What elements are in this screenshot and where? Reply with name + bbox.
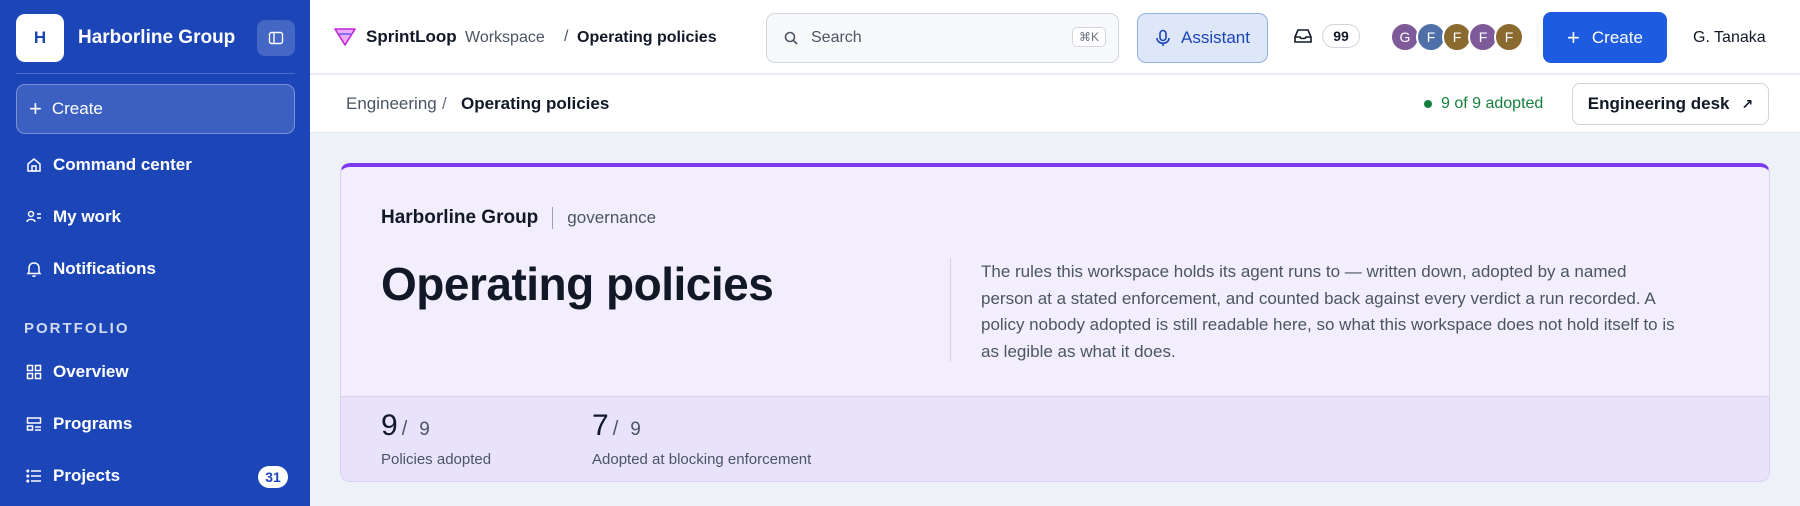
breadcrumb-current: Operating policies — [461, 94, 610, 113]
sidebar-create-button[interactable]: + Create — [16, 84, 295, 134]
brand-logo: H — [16, 14, 64, 62]
adopted-status-text: 9 of 9 adopted — [1441, 95, 1544, 112]
sidebar-create-label: Create — [51, 99, 103, 118]
stat-slash: / — [401, 418, 408, 440]
search-shortcut: ⌘K — [1071, 27, 1106, 47]
layout-icon — [24, 414, 44, 434]
policies-hero-card: Harborline Group governance Operating po… — [340, 163, 1770, 482]
brand-name: Harborline Group — [78, 27, 236, 48]
search-placeholder: Search — [811, 29, 862, 46]
plus-icon: + — [29, 96, 42, 121]
microphone-icon — [1156, 29, 1170, 46]
engineering-desk-button[interactable]: Engineering desk ↗ — [1572, 83, 1769, 125]
sidebar-item-overview[interactable]: Overview — [24, 362, 129, 382]
search-input[interactable]: Search ⌘K — [766, 13, 1119, 63]
create-label: Create — [1591, 27, 1643, 47]
sidebar-item-projects[interactable]: Projects — [24, 466, 120, 486]
org-divider — [552, 207, 554, 229]
sprintloop-logo-icon[interactable] — [332, 26, 358, 53]
assistant-button[interactable]: Assistant — [1137, 13, 1268, 63]
arrow-up-right-icon: ↗ — [1741, 95, 1754, 112]
list-icon — [24, 466, 44, 486]
stat-total: 9 — [630, 419, 641, 440]
sidebar-item-label: Projects — [53, 466, 121, 485]
avatar-stack[interactable]: G F F F F — [1390, 22, 1524, 52]
org-tag: governance — [567, 208, 657, 227]
app-name[interactable]: SprintLoop — [366, 27, 457, 47]
search-icon — [784, 31, 798, 45]
section-label-portfolio: PORTFOLIO — [24, 320, 130, 337]
inbox-count-badge: 99 — [1322, 24, 1360, 48]
sidebar-item-command-center[interactable]: Command center — [24, 155, 192, 175]
breadcrumb-engineering[interactable]: Engineering — [346, 94, 437, 114]
avatar[interactable]: F — [1494, 22, 1524, 52]
page-description: The rules this workspace holds its agent… — [981, 262, 1675, 361]
sidebar-item-label: Programs — [53, 414, 133, 433]
sidebar-divider — [16, 73, 295, 74]
user-list-icon — [24, 207, 44, 227]
stat-blocking-enforcement: 7 / 9 Adopted at blocking enforcement — [592, 409, 811, 468]
sidebar-item-label: Command center — [53, 155, 192, 174]
engineering-desk-label: Engineering desk — [1587, 94, 1730, 113]
stat-label: Adopted at blocking enforcement — [592, 451, 812, 468]
projects-count-badge: 31 — [258, 466, 288, 488]
create-button[interactable]: + Create — [1543, 12, 1667, 63]
stat-policies-adopted: 9 / 9 Policies adopted — [381, 409, 491, 468]
stat-total: 9 — [419, 419, 430, 440]
sidebar-item-notifications[interactable]: Notifications — [24, 259, 156, 279]
bell-icon — [24, 259, 44, 279]
sidebar-item-label: Notifications — [53, 259, 156, 278]
plus-icon: + — [1567, 24, 1580, 50]
breadcrumb-separator: / — [564, 28, 569, 45]
sidebar: H Harborline Group + Create Command cent… — [0, 0, 310, 506]
stat-value: 7 — [592, 409, 609, 442]
app-subtitle: Workspace — [465, 29, 545, 46]
inbox-icon — [1294, 29, 1312, 43]
sidebar-item-programs[interactable]: Programs — [24, 414, 132, 434]
page-breadcrumb: Operating policies — [577, 29, 717, 46]
grid-icon — [24, 362, 44, 382]
card-org: Harborline Group governance — [381, 207, 656, 229]
assistant-label: Assistant — [1181, 28, 1250, 47]
inbox-button[interactable]: 99 — [1293, 24, 1360, 48]
stat-label: Policies adopted — [381, 451, 492, 468]
sidebar-item-label: My work — [53, 207, 122, 226]
panel-left-icon — [268, 31, 284, 45]
sidebar-item-label: Overview — [53, 362, 129, 381]
home-icon — [24, 155, 44, 175]
adopted-status: 9 of 9 adopted — [1424, 95, 1543, 113]
workspace-switcher[interactable]: H Harborline Group — [16, 14, 235, 62]
stats-strip: 9 / 9 Policies adopted 7 / 9 Adopted at … — [341, 396, 1769, 481]
title-divider — [950, 258, 951, 362]
sidebar-item-my-work[interactable]: My work — [24, 207, 121, 227]
page-header: Engineering / Operating policies 9 of 9 … — [310, 75, 1800, 133]
stat-value: 9 — [381, 409, 398, 442]
status-dot-icon — [1424, 100, 1432, 108]
user-menu[interactable]: G. Tanaka — [1693, 29, 1766, 47]
page-title: Operating policies — [381, 258, 774, 310]
stat-slash: / — [612, 418, 619, 440]
breadcrumb-separator: / — [442, 94, 447, 113]
org-name: Harborline Group — [381, 207, 539, 228]
sidebar-collapse-button[interactable] — [257, 20, 295, 56]
top-bar: SprintLoop Workspace / Operating policie… — [310, 0, 1800, 74]
